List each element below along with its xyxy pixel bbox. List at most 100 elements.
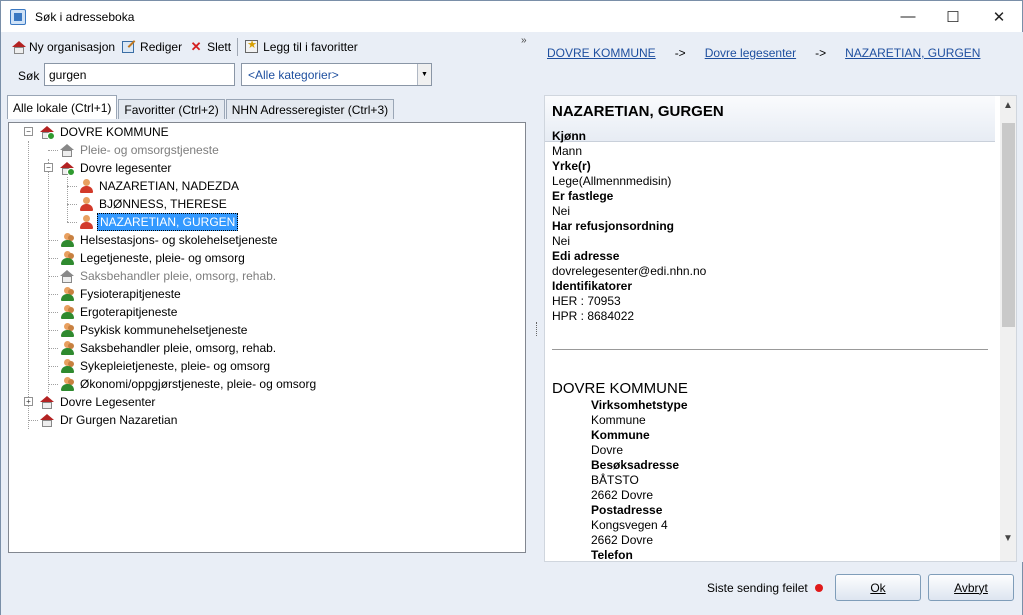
field-label: Har refusjonsordning — [552, 219, 675, 233]
person-icon — [77, 178, 94, 194]
delete-button[interactable]: ✕ Slett — [185, 37, 234, 57]
collapse-icon[interactable]: − — [44, 163, 53, 172]
field-label: Kjønn — [552, 129, 586, 143]
breadcrumb: DOVRE KOMMUNE -> Dovre legesenter -> NAZ… — [547, 46, 980, 60]
maximize-button[interactable]: ☐ — [930, 1, 976, 32]
group-icon — [58, 304, 75, 320]
tree-node-label: Helsestasjons- og skolehelsetjeneste — [80, 233, 278, 247]
tree-node-dovre-legesenter[interactable]: + Dovre Legesenter — [24, 393, 157, 411]
favorite-add-icon: ★ — [245, 39, 259, 53]
tree-node-service[interactable]: Saksbehandler pleie, omsorg, rehab. — [58, 267, 278, 285]
expand-icon[interactable]: + — [24, 397, 33, 406]
field-value: Nei — [552, 234, 571, 248]
field-label: Kommune — [591, 428, 650, 442]
detail-panel: NAZARETIAN, GURGEN Kjønn Mann Yrke(r) Le… — [544, 95, 1017, 562]
tree-node-label: Dr Gurgen Nazaretian — [60, 413, 178, 427]
detail-scrollbar[interactable]: ▲ ▼ — [1000, 96, 1016, 561]
collapse-icon[interactable]: − — [24, 127, 33, 136]
tree-node-service[interactable]: Sykepleietjeneste, pleie- og omsorg — [58, 357, 272, 375]
section-divider — [552, 349, 988, 350]
tree-node-service[interactable]: Fysioterapitjeneste — [58, 285, 183, 303]
tree-node-legesenter[interactable]: − Dovre legesenter — [44, 159, 173, 177]
tree-node-service[interactable]: Psykisk kommunehelsetjeneste — [58, 321, 249, 339]
breadcrumb-link-kommune[interactable]: DOVRE KOMMUNE — [547, 46, 656, 60]
field-value: 2662 Dovre — [591, 533, 654, 547]
search-input[interactable] — [44, 63, 235, 86]
field-label: Yrke(r) — [552, 159, 591, 173]
chevron-down-icon[interactable]: ▼ — [417, 64, 431, 85]
tree-node-service[interactable]: Ergoterapitjeneste — [58, 303, 179, 321]
ok-button[interactable]: Ok — [835, 574, 921, 601]
tree-node-dr-nazaretian[interactable]: Dr Gurgen Nazaretian — [38, 411, 179, 429]
toolbar-overflow-icon[interactable]: » — [521, 35, 527, 46]
tree-node-service[interactable]: Saksbehandler pleie, omsorg, rehab. — [58, 339, 278, 357]
new-organization-button[interactable]: Ny organisasjon — [7, 37, 118, 57]
person-icon — [77, 196, 94, 212]
group-icon — [58, 340, 75, 356]
tree-node-label: DOVRE KOMMUNE — [60, 125, 169, 139]
title-bar: Søk i adresseboka — ☐ ✕ — [1, 1, 1022, 32]
chevron-down-icon[interactable]: ▼ — [1003, 533, 1013, 544]
close-button[interactable]: ✕ — [976, 1, 1022, 32]
field-label: Edi adresse — [552, 249, 620, 263]
organization-icon — [38, 394, 55, 410]
organization-icon — [58, 160, 75, 176]
edit-label: Rediger — [140, 40, 183, 54]
field-label: Er fastlege — [552, 189, 614, 203]
error-status-icon — [815, 584, 823, 592]
field-value: dovrelegesenter@edi.nhn.no — [552, 264, 707, 278]
tree-node-root[interactable]: − DOVRE KOMMUNE — [24, 123, 171, 141]
edit-button[interactable]: Rediger — [118, 37, 185, 57]
tree-node-label: Psykisk kommunehelsetjeneste — [80, 323, 248, 337]
category-select[interactable]: <Alle kategorier> ▼ — [241, 63, 432, 86]
tab-local[interactable]: Alle lokale (Ctrl+1) — [7, 95, 118, 119]
field-value: Mann — [552, 144, 583, 158]
detail-name: NAZARETIAN, GURGEN — [552, 103, 724, 120]
scrollbar-thumb[interactable] — [1002, 123, 1015, 327]
person-fields: Kjønn Mann Yrke(r) Lege(Allmennmedisin) … — [552, 129, 706, 324]
group-icon — [58, 250, 75, 266]
tree-node-person-3-selected[interactable]: NAZARETIAN, GURGEN — [77, 213, 239, 231]
breadcrumb-separator: -> — [815, 46, 827, 60]
field-value: Nei — [552, 204, 571, 218]
add-favorite-button[interactable]: ★ Legg til i favoritter — [241, 37, 361, 57]
house-plus-icon — [10, 39, 26, 55]
tab-nhn-register[interactable]: NHN Adresseregister (Ctrl+3) — [225, 99, 395, 119]
footer: Siste sending feilet Ok Avbryt — [1, 562, 1022, 615]
splitter-grip-icon — [536, 322, 538, 336]
field-value: Lege(Allmennmedisin) — [552, 174, 672, 188]
field-label: Besøksadresse — [591, 458, 680, 472]
minimize-button[interactable]: — — [885, 1, 931, 32]
field-label: Telefon — [591, 548, 633, 562]
tree-node-label: Dovre legesenter — [80, 161, 172, 175]
tree-node-service[interactable]: Økonomi/oppgjørstjeneste, pleie- og omso… — [58, 375, 318, 393]
group-icon — [58, 358, 75, 374]
right-pane: DOVRE KOMMUNE -> Dovre legesenter -> NAZ… — [540, 32, 1023, 562]
chevron-up-icon[interactable]: ▲ — [1003, 100, 1013, 111]
organization-icon — [38, 412, 55, 428]
tree-node-person-2[interactable]: BJØNNESS, THERESE — [77, 195, 229, 213]
tab-favorites[interactable]: Favoritter (Ctrl+2) — [118, 99, 225, 119]
org-name: DOVRE KOMMUNE — [552, 380, 688, 397]
breadcrumb-link-legesenter[interactable]: Dovre legesenter — [705, 46, 796, 60]
field-value: Dovre — [591, 443, 624, 457]
field-value: 2662 Dovre — [591, 488, 654, 502]
tree-node-label: Pleie- og omsorgstjeneste — [80, 143, 219, 157]
tree-node-service[interactable]: Legetjeneste, pleie- og omsorg — [58, 249, 247, 267]
field-label: Postadresse — [591, 503, 663, 517]
tree-node-label: Fysioterapitjeneste — [80, 287, 181, 301]
category-value: <Alle kategorier> — [248, 67, 339, 82]
tree-node-label: BJØNNESS, THERESE — [99, 197, 227, 211]
tree-node-label: Saksbehandler pleie, omsorg, rehab. — [80, 269, 277, 283]
status-text: Siste sending feilet — [707, 581, 808, 595]
tree-node-label: Sykepleietjeneste, pleie- og omsorg — [80, 359, 271, 373]
breadcrumb-link-person[interactable]: NAZARETIAN, GURGEN — [845, 46, 980, 60]
tree-node-pleie[interactable]: Pleie- og omsorgstjeneste — [58, 141, 221, 159]
tree-node-person-1[interactable]: NAZARETIAN, NADEZDA — [77, 177, 241, 195]
edit-icon — [121, 39, 137, 55]
organization-icon — [58, 142, 75, 158]
address-tree: − DOVRE KOMMUNE Pleie- og omsorgstjenest… — [8, 122, 526, 553]
cancel-button[interactable]: Avbryt — [928, 574, 1014, 601]
tree-node-service[interactable]: Helsestasjons- og skolehelsetjeneste — [58, 231, 279, 249]
delete-icon: ✕ — [190, 39, 202, 54]
